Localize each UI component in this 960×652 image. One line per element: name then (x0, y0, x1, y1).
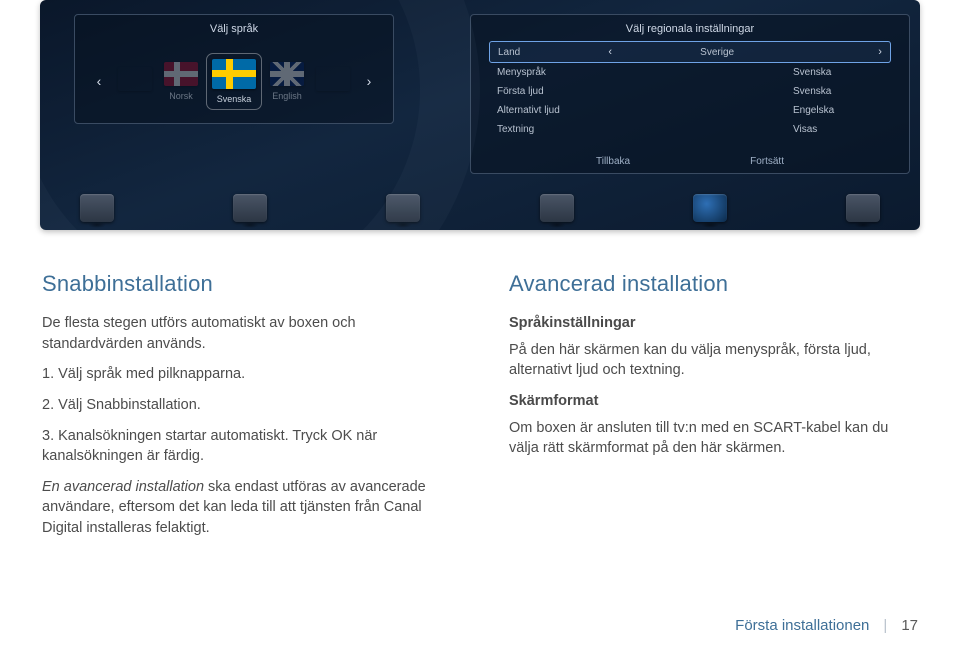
language-option (316, 67, 350, 96)
chevron-left-icon[interactable]: ‹ (608, 46, 612, 58)
right-column: Avancerad installation Språkinställninga… (509, 268, 918, 548)
subheading-skarmformat: Skärmformat (509, 391, 918, 412)
page-footer: Första installationen | 17 (735, 617, 918, 634)
setting-value: Sverige (700, 47, 790, 58)
setting-key: Textning (497, 124, 534, 135)
emphasis: En avancerad installation (42, 479, 204, 495)
regional-panel-title: Välj regionala inställningar (626, 23, 754, 35)
language-option-english[interactable]: English (270, 62, 304, 101)
app-dock (40, 194, 920, 222)
regional-settings-panel: Välj regionala inställningar Land ‹ Sver… (470, 14, 910, 174)
language-carousel: ‹ Norsk Svenska English › (75, 49, 393, 113)
footer-section-title: Första installationen (735, 617, 869, 634)
setting-key: Land (498, 47, 520, 58)
setting-key: Första ljud (497, 86, 544, 97)
heading-snabbinstallation: Snabbinstallation (42, 268, 451, 299)
list-item: 2. Välj Snabbinstallation. (42, 395, 451, 416)
language-label: Norsk (169, 91, 193, 101)
dock-icon[interactable] (233, 194, 267, 222)
stb-screenshot: Välj språk ‹ Norsk Svenska English (40, 0, 920, 230)
dock-icon[interactable] (540, 194, 574, 222)
chevron-left-icon[interactable]: ‹ (92, 74, 106, 88)
language-option-norsk[interactable]: Norsk (164, 62, 198, 101)
setting-row-forsta-ljud[interactable]: Första ljud Svenska (489, 82, 891, 101)
setting-row-alt-ljud[interactable]: Alternativt ljud Engelska (489, 101, 891, 120)
setting-value: Visas (793, 124, 883, 135)
list-item: 3. Kanalsökningen startar automatiskt. T… (42, 426, 451, 467)
setting-row-textning[interactable]: Textning Visas (489, 120, 891, 139)
setting-key: Alternativt ljud (497, 105, 560, 116)
flag-uk-icon (270, 62, 304, 86)
paragraph: De flesta stegen utförs automatiskt av b… (42, 313, 451, 354)
left-column: Snabbinstallation De flesta stegen utför… (42, 268, 451, 548)
setting-key: Menyspråk (497, 67, 546, 78)
regional-panel-footer: Tillbaka Fortsätt (471, 156, 909, 167)
flag-icon (118, 67, 152, 91)
document-body: Snabbinstallation De flesta stegen utför… (42, 268, 918, 548)
setting-row-menysprak[interactable]: Menyspråk Svenska (489, 63, 891, 82)
setting-row-land[interactable]: Land ‹ Sverige › (489, 41, 891, 63)
footer-page-number: 17 (901, 617, 918, 634)
language-option (118, 67, 152, 96)
heading-avancerad: Avancerad installation (509, 268, 918, 299)
list-item: 1. Välj språk med pilknapparna. (42, 364, 451, 385)
dock-icon[interactable] (80, 194, 114, 222)
language-option-svenska[interactable]: Svenska (210, 57, 258, 106)
paragraph: Om boxen är ansluten till tv:n med en SC… (509, 418, 918, 459)
dock-icon[interactable] (386, 194, 420, 222)
continue-button[interactable]: Fortsätt (750, 156, 784, 167)
setting-value: Engelska (793, 105, 883, 116)
flag-sweden-icon (212, 59, 256, 89)
setting-value: Svenska (793, 67, 883, 78)
subheading-sprak: Språkinställningar (509, 313, 918, 334)
flag-icon (316, 67, 350, 91)
paragraph: En avancerad installation ska endast utf… (42, 477, 451, 539)
language-label: Svenska (217, 94, 252, 104)
dock-icon[interactable] (846, 194, 880, 222)
back-button[interactable]: Tillbaka (596, 156, 630, 167)
language-panel: Välj språk ‹ Norsk Svenska English (74, 14, 394, 124)
language-label: English (272, 91, 302, 101)
footer-divider: | (883, 617, 887, 634)
flag-norway-icon (164, 62, 198, 86)
chevron-right-icon[interactable]: › (878, 46, 882, 58)
setting-value: Svenska (793, 86, 883, 97)
paragraph: På den här skärmen kan du välja menysprå… (509, 340, 918, 381)
dock-globe-icon[interactable] (693, 194, 727, 222)
language-panel-title: Välj språk (210, 23, 258, 35)
chevron-right-icon[interactable]: › (362, 74, 376, 88)
